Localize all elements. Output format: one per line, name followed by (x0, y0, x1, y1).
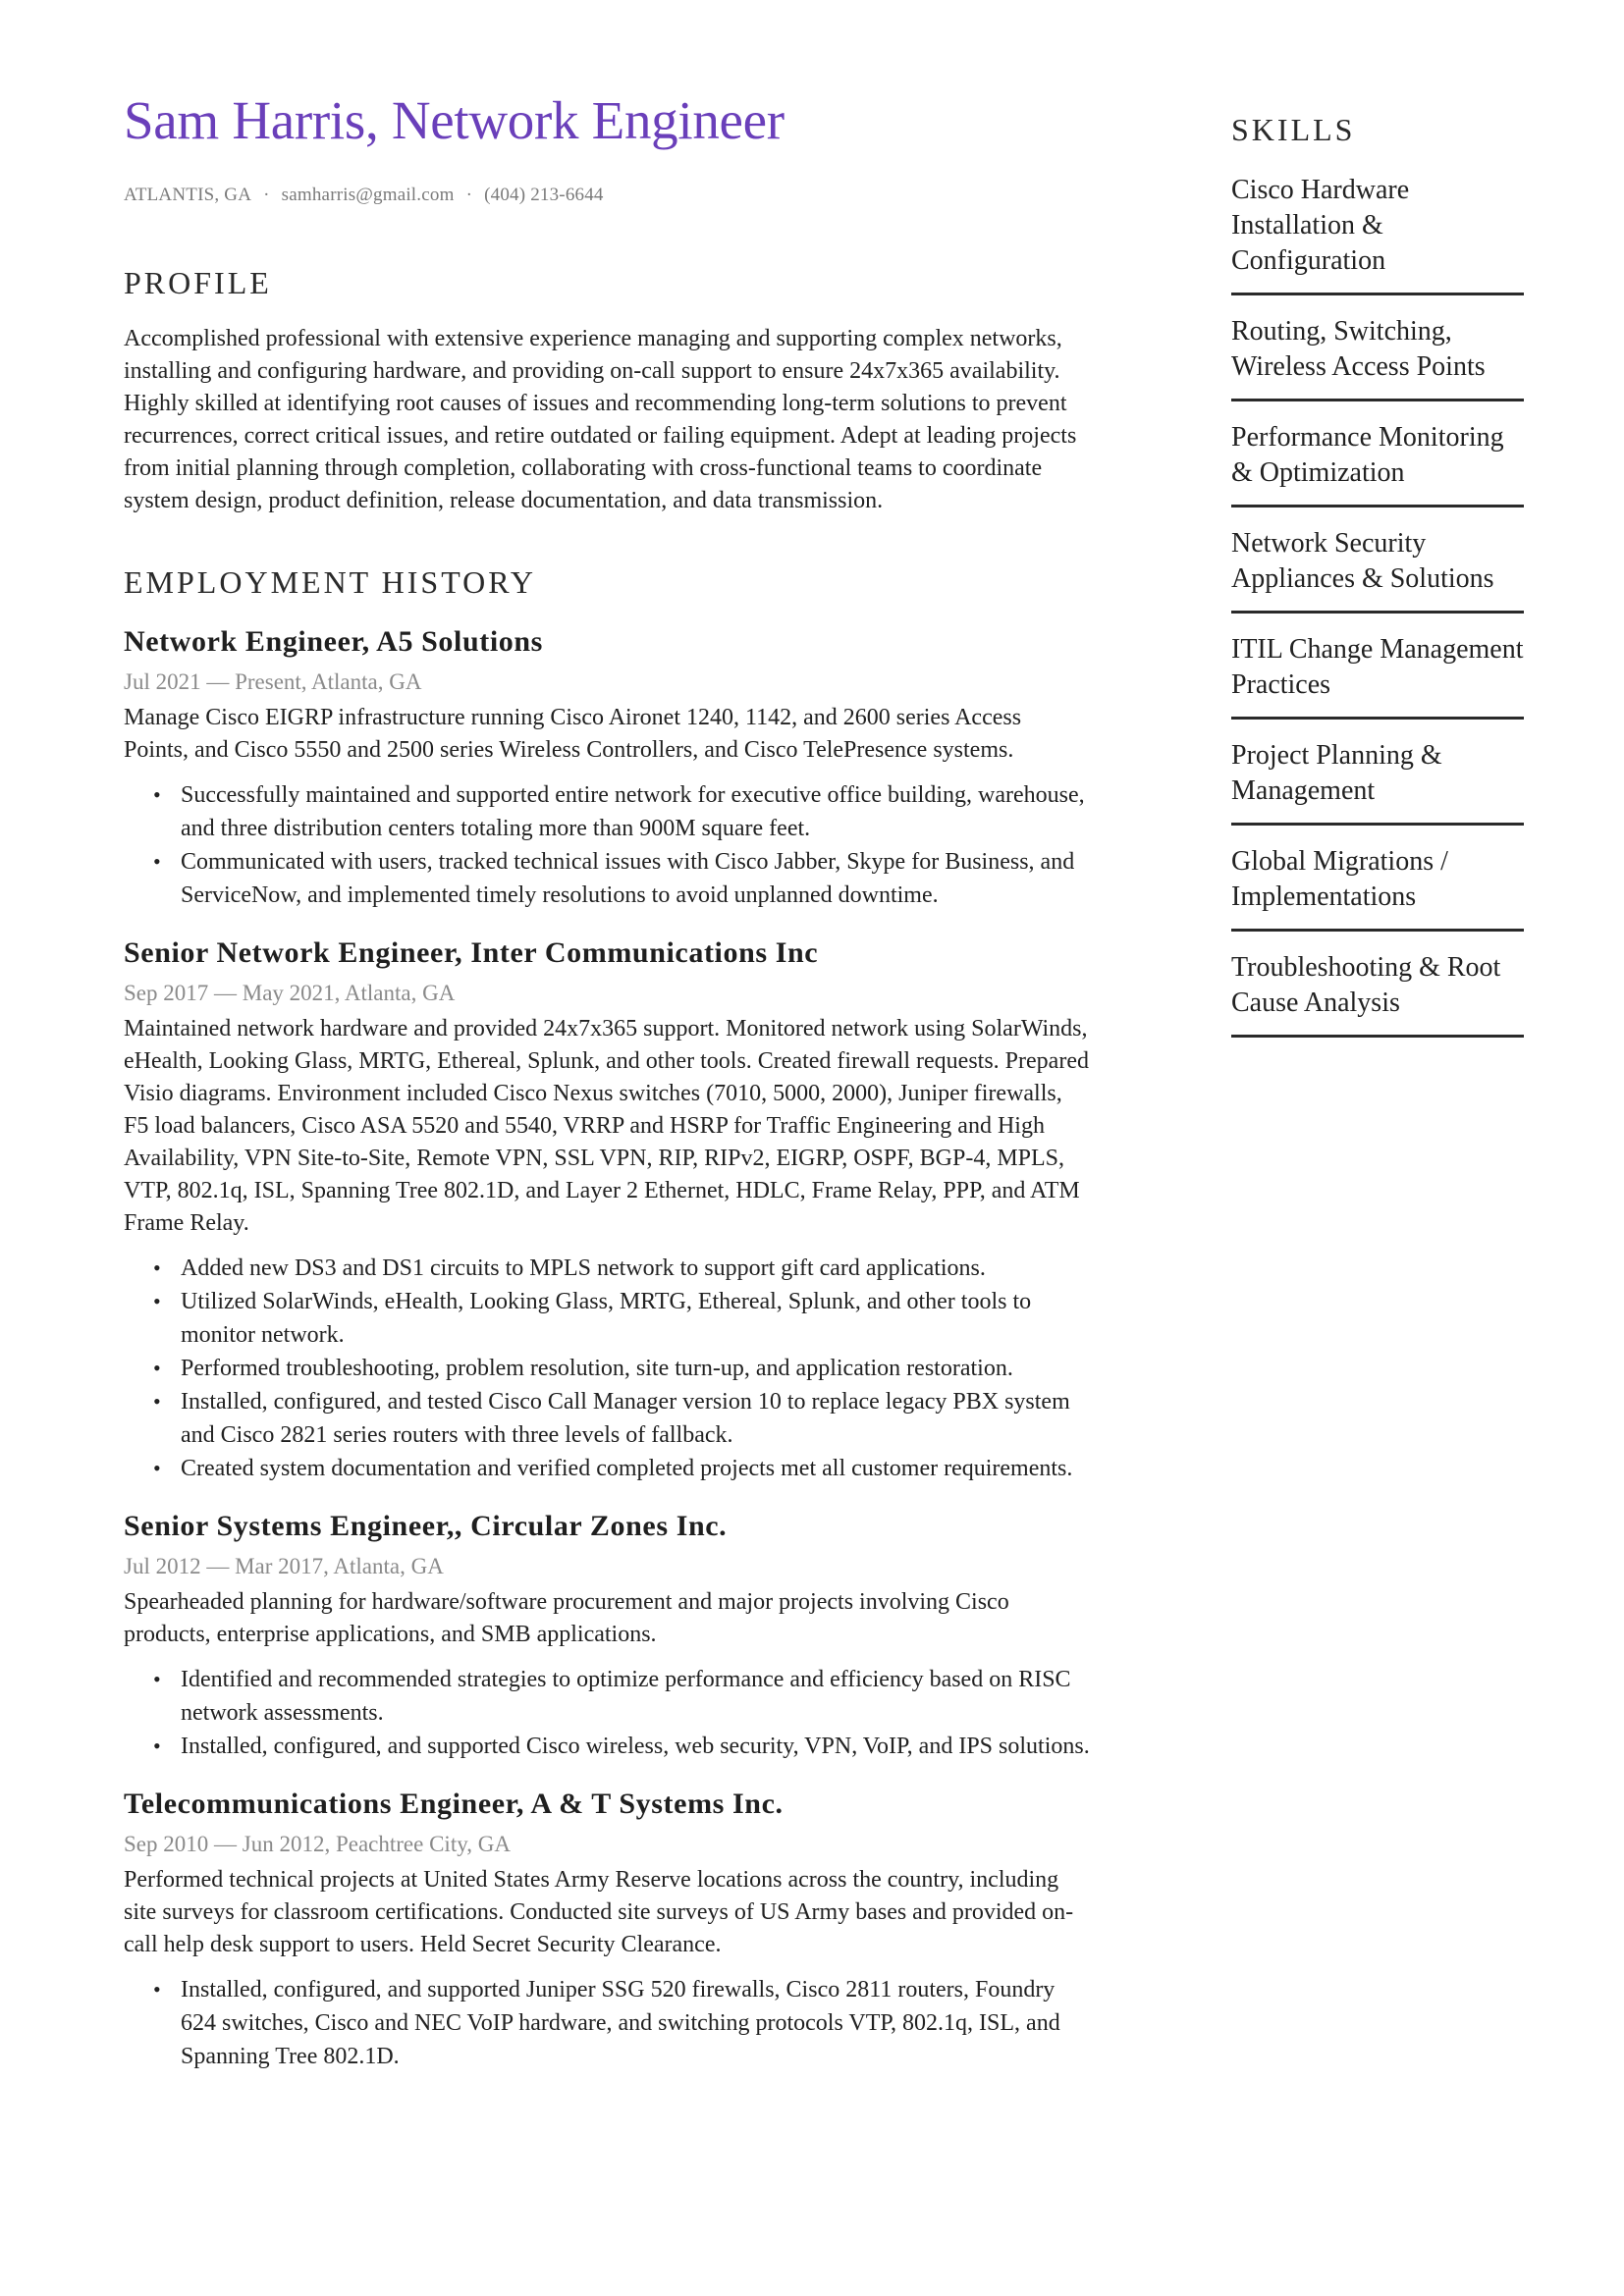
skill-item: Routing, Switching, Wireless Access Poin… (1231, 310, 1524, 401)
bullet-item: Installed, configured, and tested Cisco … (153, 1385, 1091, 1452)
separator: · (263, 185, 270, 205)
bullet-item: Communicated with users, tracked technic… (153, 845, 1091, 912)
bullet-item: Identified and recommended strategies to… (153, 1663, 1091, 1730)
bullet-item: Created system documentation and verifie… (153, 1452, 1091, 1485)
job-bullets: Added new DS3 and DS1 circuits to MPLS n… (124, 1252, 1091, 1485)
job-title: Senior Network Engineer, Inter Communica… (124, 936, 819, 969)
main-column: Sam Harris, Network Engineer ATLANTIS, G… (124, 86, 1091, 2073)
job-title: Network Engineer, A5 Solutions (124, 625, 543, 658)
separator: · (465, 185, 473, 205)
job-entry: Network Engineer, A5 Solutions Jul 2021 —… (124, 622, 1091, 912)
skill-item: Global Migrations / Implementations (1231, 840, 1524, 932)
job-description: Maintained network hardware and provided… (124, 1016, 1089, 1236)
page-title: Sam Harris, Network Engineer (124, 90, 785, 150)
skills-list: Cisco Hardware Installation & Configurat… (1231, 169, 1524, 1038)
bullet-item: Installed, configured, and supported Cis… (153, 1730, 1091, 1763)
job-dates: Sep 2017 — May 2021, Atlanta, GA (124, 981, 456, 1005)
profile-text: Accomplished professional with extensive… (124, 326, 1077, 513)
bullet-item: Performed troubleshooting, problem resol… (153, 1352, 1091, 1385)
skills-heading: SKILLS (1231, 112, 1356, 147)
email-link[interactable]: samharris@gmail.com (282, 185, 455, 205)
skill-item: Troubleshooting & Root Cause Analysis (1231, 946, 1524, 1038)
job-entry: Telecommunications Engineer, A & T Syste… (124, 1785, 1091, 2073)
skill-item: ITIL Change Management Practices (1231, 628, 1524, 720)
skill-item: Cisco Hardware Installation & Configurat… (1231, 169, 1524, 295)
bullet-item: Successfully maintained and supported en… (153, 778, 1091, 845)
profile-heading: PROFILE (124, 265, 272, 300)
job-description: Performed technical projects at United S… (124, 1867, 1074, 1957)
job-title: Senior Systems Engineer,, Circular Zones… (124, 1510, 728, 1542)
skill-item: Project Planning & Management (1231, 734, 1524, 826)
job-bullets: Identified and recommended strategies to… (124, 1663, 1091, 1763)
job-dates: Jul 2012 — Mar 2017, Atlanta, GA (124, 1554, 444, 1578)
bullet-item: Added new DS3 and DS1 circuits to MPLS n… (153, 1252, 1091, 1285)
job-bullets: Successfully maintained and supported en… (124, 778, 1091, 912)
job-list: Network Engineer, A5 Solutions Jul 2021 —… (124, 622, 1091, 2073)
job-dates: Sep 2010 — Jun 2012, Peachtree City, GA (124, 1832, 511, 1856)
job-description: Manage Cisco EIGRP infrastructure runnin… (124, 705, 1022, 763)
skills-column: SKILLS Cisco Hardware Installation & Con… (1231, 110, 1524, 1052)
job-description: Spearheaded planning for hardware/softwa… (124, 1589, 1009, 1647)
employment-heading: EMPLOYMENT HISTORY (124, 564, 536, 600)
job-bullets: Installed, configured, and supported Jun… (124, 1973, 1091, 2073)
skill-item: Network Security Appliances & Solutions (1231, 522, 1524, 614)
skill-item: Performance Monitoring & Optimization (1231, 416, 1524, 507)
job-title: Telecommunications Engineer, A & T Syste… (124, 1788, 784, 1820)
job-entry: Senior Systems Engineer,, Circular Zones… (124, 1507, 1091, 1763)
job-entry: Senior Network Engineer, Inter Communica… (124, 934, 1091, 1485)
contact-line: ATLANTIS, GA · samharris@gmail.com · (404) 2… (124, 185, 1091, 206)
bullet-item: Installed, configured, and supported Jun… (153, 1973, 1091, 2073)
bullet-item: Utilized SolarWinds, eHealth, Looking Gl… (153, 1285, 1091, 1352)
phone: (404) 213-6644 (484, 185, 604, 205)
location: ATLANTIS, GA (124, 185, 252, 205)
job-dates: Jul 2021 — Present, Atlanta, GA (124, 669, 422, 694)
